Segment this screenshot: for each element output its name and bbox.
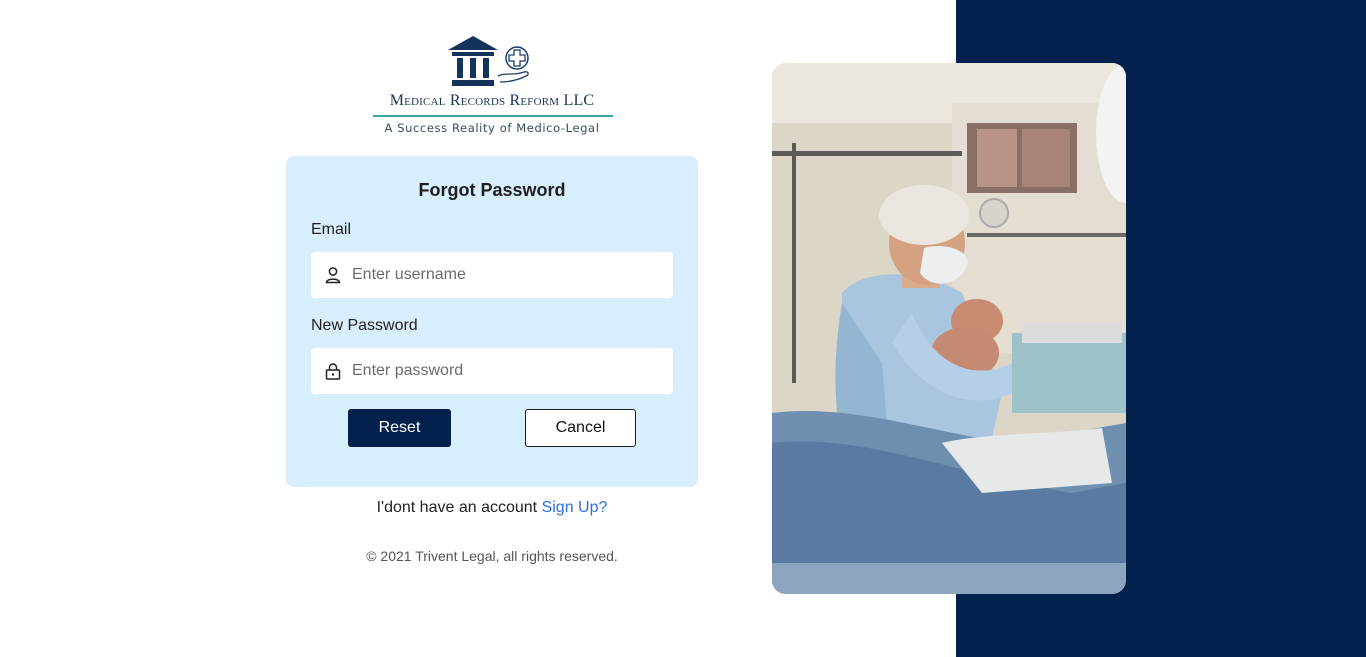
hero-photo [772, 63, 1126, 594]
user-icon [325, 267, 341, 284]
signup-link[interactable]: Sign Up? [542, 499, 608, 516]
lock-icon [325, 363, 341, 380]
new-password-input[interactable] [352, 348, 664, 394]
email-field-wrapper [311, 252, 673, 298]
email-input[interactable] [352, 252, 664, 298]
company-name: Medical Records Reform LLC [389, 92, 595, 109]
signup-prompt: I'dont have an account Sign Up? [286, 499, 698, 517]
hero-photo-illustration [772, 63, 1126, 594]
email-label: Email [311, 221, 352, 238]
reset-button[interactable]: Reset [348, 409, 451, 447]
password-field-wrapper [311, 348, 673, 394]
cancel-button[interactable]: Cancel [525, 409, 636, 447]
company-logo: Medical Records Reform LLC A Success Rea… [356, 34, 628, 138]
copyright-text: © 2021 Trivent Legal, all rights reserve… [366, 548, 618, 564]
logo-divider [373, 115, 613, 117]
company-tagline: A Success Reality of Medico-Legal [384, 121, 600, 135]
form-title: Forgot Password [418, 180, 566, 200]
forgot-password-card: Forgot Password Email New Password Reset… [286, 156, 698, 487]
new-password-label: New Password [311, 317, 418, 334]
signup-prompt-text: I'dont have an account [376, 499, 538, 516]
courthouse-medical-icon [448, 36, 529, 86]
